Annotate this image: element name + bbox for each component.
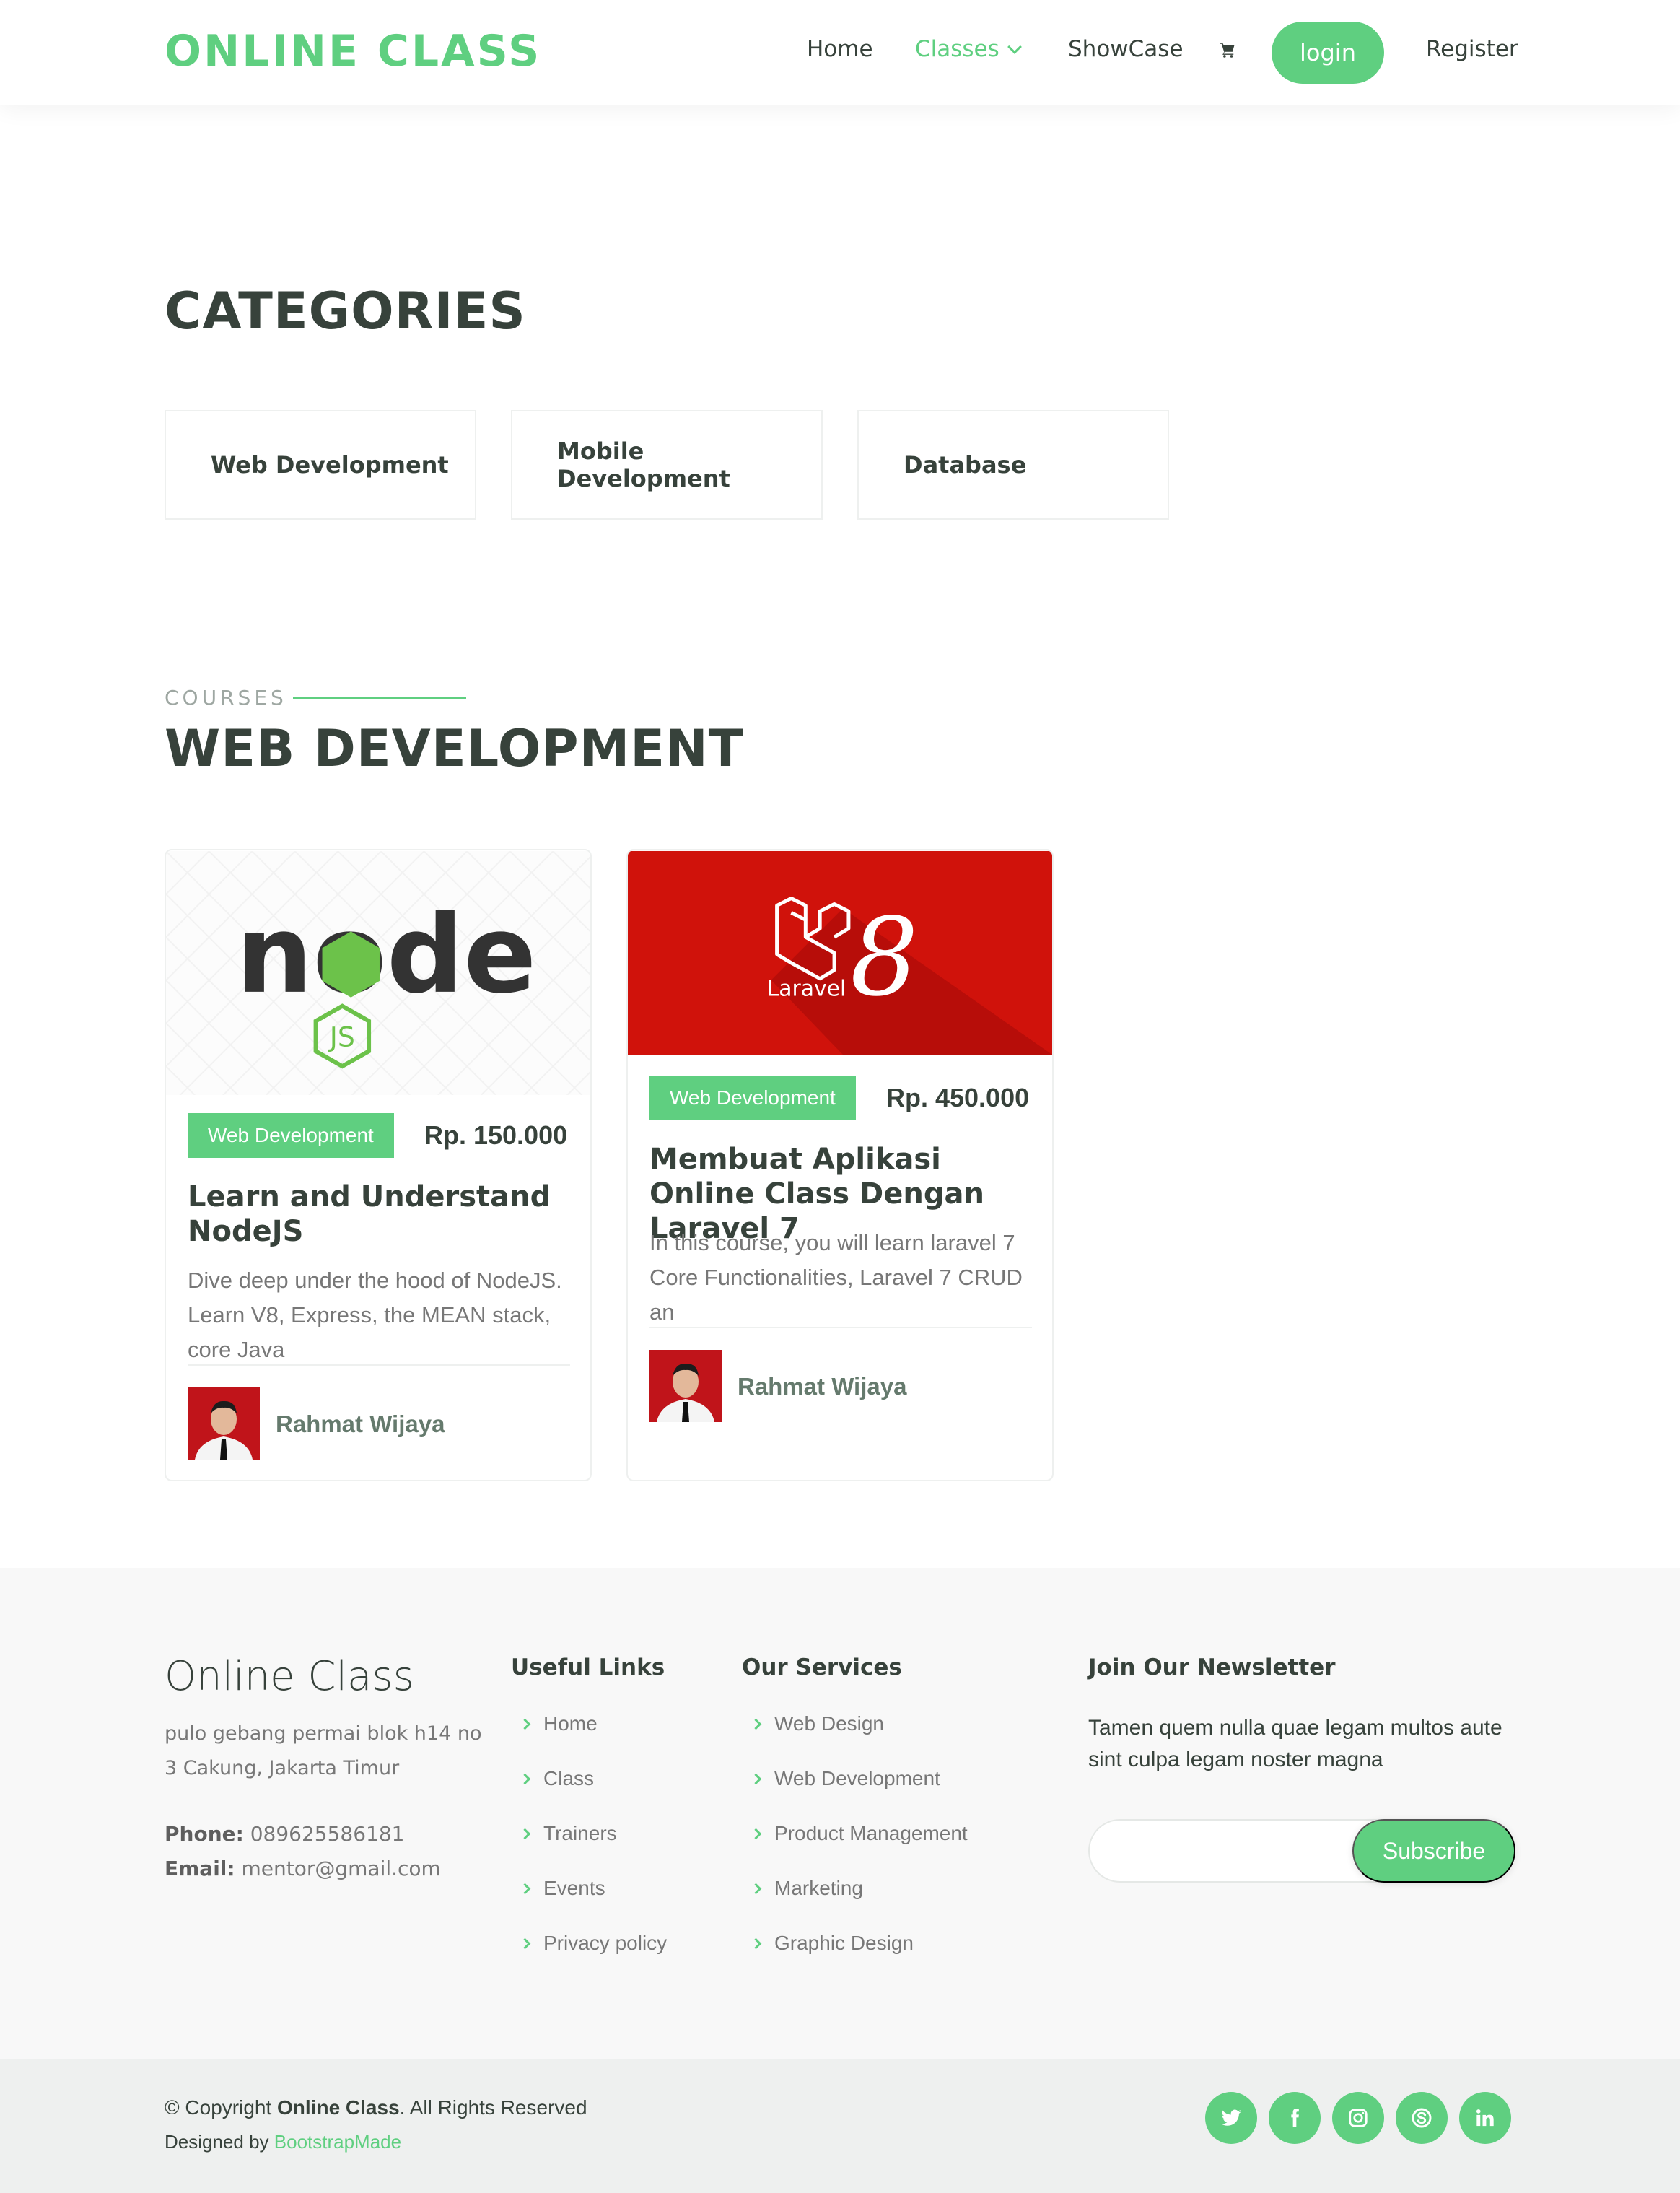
nav-register[interactable]: Register [1426, 36, 1518, 62]
footer-address: pulo gebang permai blok h14 no 3 Cakung,… [165, 1722, 482, 1779]
designed-by: Designed by BootstrapMade [165, 2131, 401, 2153]
twitter-icon[interactable] [1205, 2092, 1257, 2144]
footer-link-home[interactable]: Home [519, 1712, 598, 1735]
facebook-icon[interactable] [1269, 2092, 1321, 2144]
card-divider [649, 1327, 1032, 1328]
nav-showcase[interactable]: ShowCase [1068, 36, 1184, 62]
nav-classes[interactable]: Classes [915, 36, 1022, 62]
linkedin-icon[interactable] [1459, 2092, 1511, 2144]
courses-title: WEB DEVELOPMENT [165, 719, 744, 778]
nav-home[interactable]: Home [807, 36, 873, 62]
footer-link-label: Events [543, 1877, 605, 1899]
footer-top [0, 1568, 1680, 2059]
chevron-right-icon [750, 1828, 762, 1840]
chevron-right-icon [519, 1773, 531, 1785]
service-link-label: Graphic Design [774, 1932, 914, 1954]
login-button[interactable]: login [1272, 22, 1384, 84]
service-link-label: Web Development [774, 1767, 940, 1789]
email-label: Email: [165, 1857, 235, 1880]
trainer-avatar [649, 1350, 722, 1422]
service-link-graphic-design[interactable]: Graphic Design [750, 1932, 914, 1955]
useful-links-title: Useful Links [511, 1654, 665, 1680]
designed-prefix: Designed by [165, 2131, 274, 2153]
phone-label: Phone: [165, 1822, 244, 1846]
category-database[interactable]: Database [857, 410, 1169, 520]
footer-link-trainers[interactable]: Trainers [519, 1822, 617, 1845]
phone-value: 089625586181 [250, 1822, 405, 1846]
chevron-right-icon [750, 1718, 762, 1730]
service-link-web-design[interactable]: Web Design [750, 1712, 885, 1735]
js-badge-text: JS [328, 1021, 355, 1052]
footer-link-events[interactable]: Events [519, 1877, 605, 1900]
category-web-development[interactable]: Web Development [165, 410, 476, 520]
chevron-down-icon [1007, 40, 1022, 54]
subscribe-button[interactable]: Subscribe [1352, 1819, 1515, 1883]
trainer-avatar [188, 1387, 260, 1460]
courses-divider [293, 697, 466, 699]
course-price: Rp. 150.000 [424, 1120, 568, 1150]
course-card-laravel[interactable]: Laravel 8 Web Development Rp. 450.000 Me… [626, 849, 1054, 1481]
copyright-text: © Copyright Online Class. All Rights Res… [165, 2096, 587, 2119]
nodejs-logo-image: node JS [166, 851, 590, 1095]
chevron-right-icon [519, 1828, 531, 1840]
copyright-prefix: © Copyright [165, 2096, 278, 2119]
chevron-right-icon [519, 1937, 531, 1950]
chevron-right-icon [750, 1937, 762, 1950]
footer-link-label: Privacy policy [543, 1932, 668, 1954]
course-category-badge: Web Development [649, 1076, 856, 1120]
footer-email: Email: mentor@gmail.com [165, 1857, 441, 1880]
course-category-badge: Web Development [188, 1113, 394, 1158]
categories-title: CATEGORIES [165, 282, 526, 341]
skype-icon[interactable] [1396, 2092, 1448, 2144]
card-divider [188, 1364, 570, 1366]
category-mobile-development[interactable]: Mobile Development [511, 410, 823, 520]
footer-link-label: Trainers [543, 1822, 617, 1844]
footer-link-label: Home [543, 1712, 598, 1735]
footer-brand: Online Class [165, 1653, 414, 1700]
chevron-right-icon [750, 1773, 762, 1785]
instagram-icon[interactable] [1332, 2092, 1384, 2144]
course-description: Dive deep under the hood of NodeJS. Lear… [188, 1268, 562, 1362]
service-link-label: Web Design [774, 1712, 885, 1735]
trainer-name[interactable]: Rahmat Wijaya [738, 1373, 906, 1400]
services-title: Our Services [742, 1654, 902, 1680]
service-link-product-management[interactable]: Product Management [750, 1822, 968, 1845]
service-link-web-development[interactable]: Web Development [750, 1767, 940, 1790]
node-wordmark: node [236, 893, 536, 1018]
cart-icon[interactable] [1220, 42, 1235, 58]
trainer-name[interactable]: Rahmat Wijaya [276, 1411, 445, 1438]
site-header: ONLINE CLASS Home Classes ShowCase login… [0, 0, 1680, 105]
designed-by-link[interactable]: BootstrapMade [274, 2131, 401, 2153]
service-link-marketing[interactable]: Marketing [750, 1877, 863, 1900]
laravel-wordmark: Laravel [767, 977, 846, 1002]
email-value: mentor@gmail.com [241, 1857, 441, 1880]
course-price: Rp. 450.000 [886, 1083, 1030, 1112]
courses-label: COURSES [165, 686, 287, 710]
footer-link-privacy[interactable]: Privacy policy [519, 1932, 668, 1955]
chevron-right-icon [519, 1718, 531, 1730]
site-logo[interactable]: ONLINE CLASS [165, 26, 541, 77]
laravel-logo-image: Laravel 8 [628, 850, 1052, 1055]
course-card-nodejs[interactable]: node JS Web Development Rp. 150.000 Lear… [165, 849, 592, 1481]
laravel-version: 8 [850, 896, 919, 1021]
copyright-brand: Online Class [277, 2096, 400, 2119]
footer-link-label: Class [543, 1767, 595, 1789]
footer-link-class[interactable]: Class [519, 1767, 595, 1790]
course-title[interactable]: Learn and Understand NodeJS [188, 1180, 577, 1249]
newsletter-title: Join Our Newsletter [1088, 1654, 1336, 1680]
nav-classes-label: Classes [915, 36, 999, 62]
newsletter-text: Tamen quem nulla quae legam multos aute … [1088, 1716, 1502, 1771]
footer-phone: Phone: 089625586181 [165, 1822, 405, 1846]
service-link-label: Marketing [774, 1877, 863, 1899]
chevron-right-icon [750, 1883, 762, 1895]
copyright-suffix: . All Rights Reserved [399, 2096, 587, 2119]
service-link-label: Product Management [774, 1822, 968, 1844]
chevron-right-icon [519, 1883, 531, 1895]
course-description: In this course, you will learn laravel 7… [649, 1230, 1023, 1325]
